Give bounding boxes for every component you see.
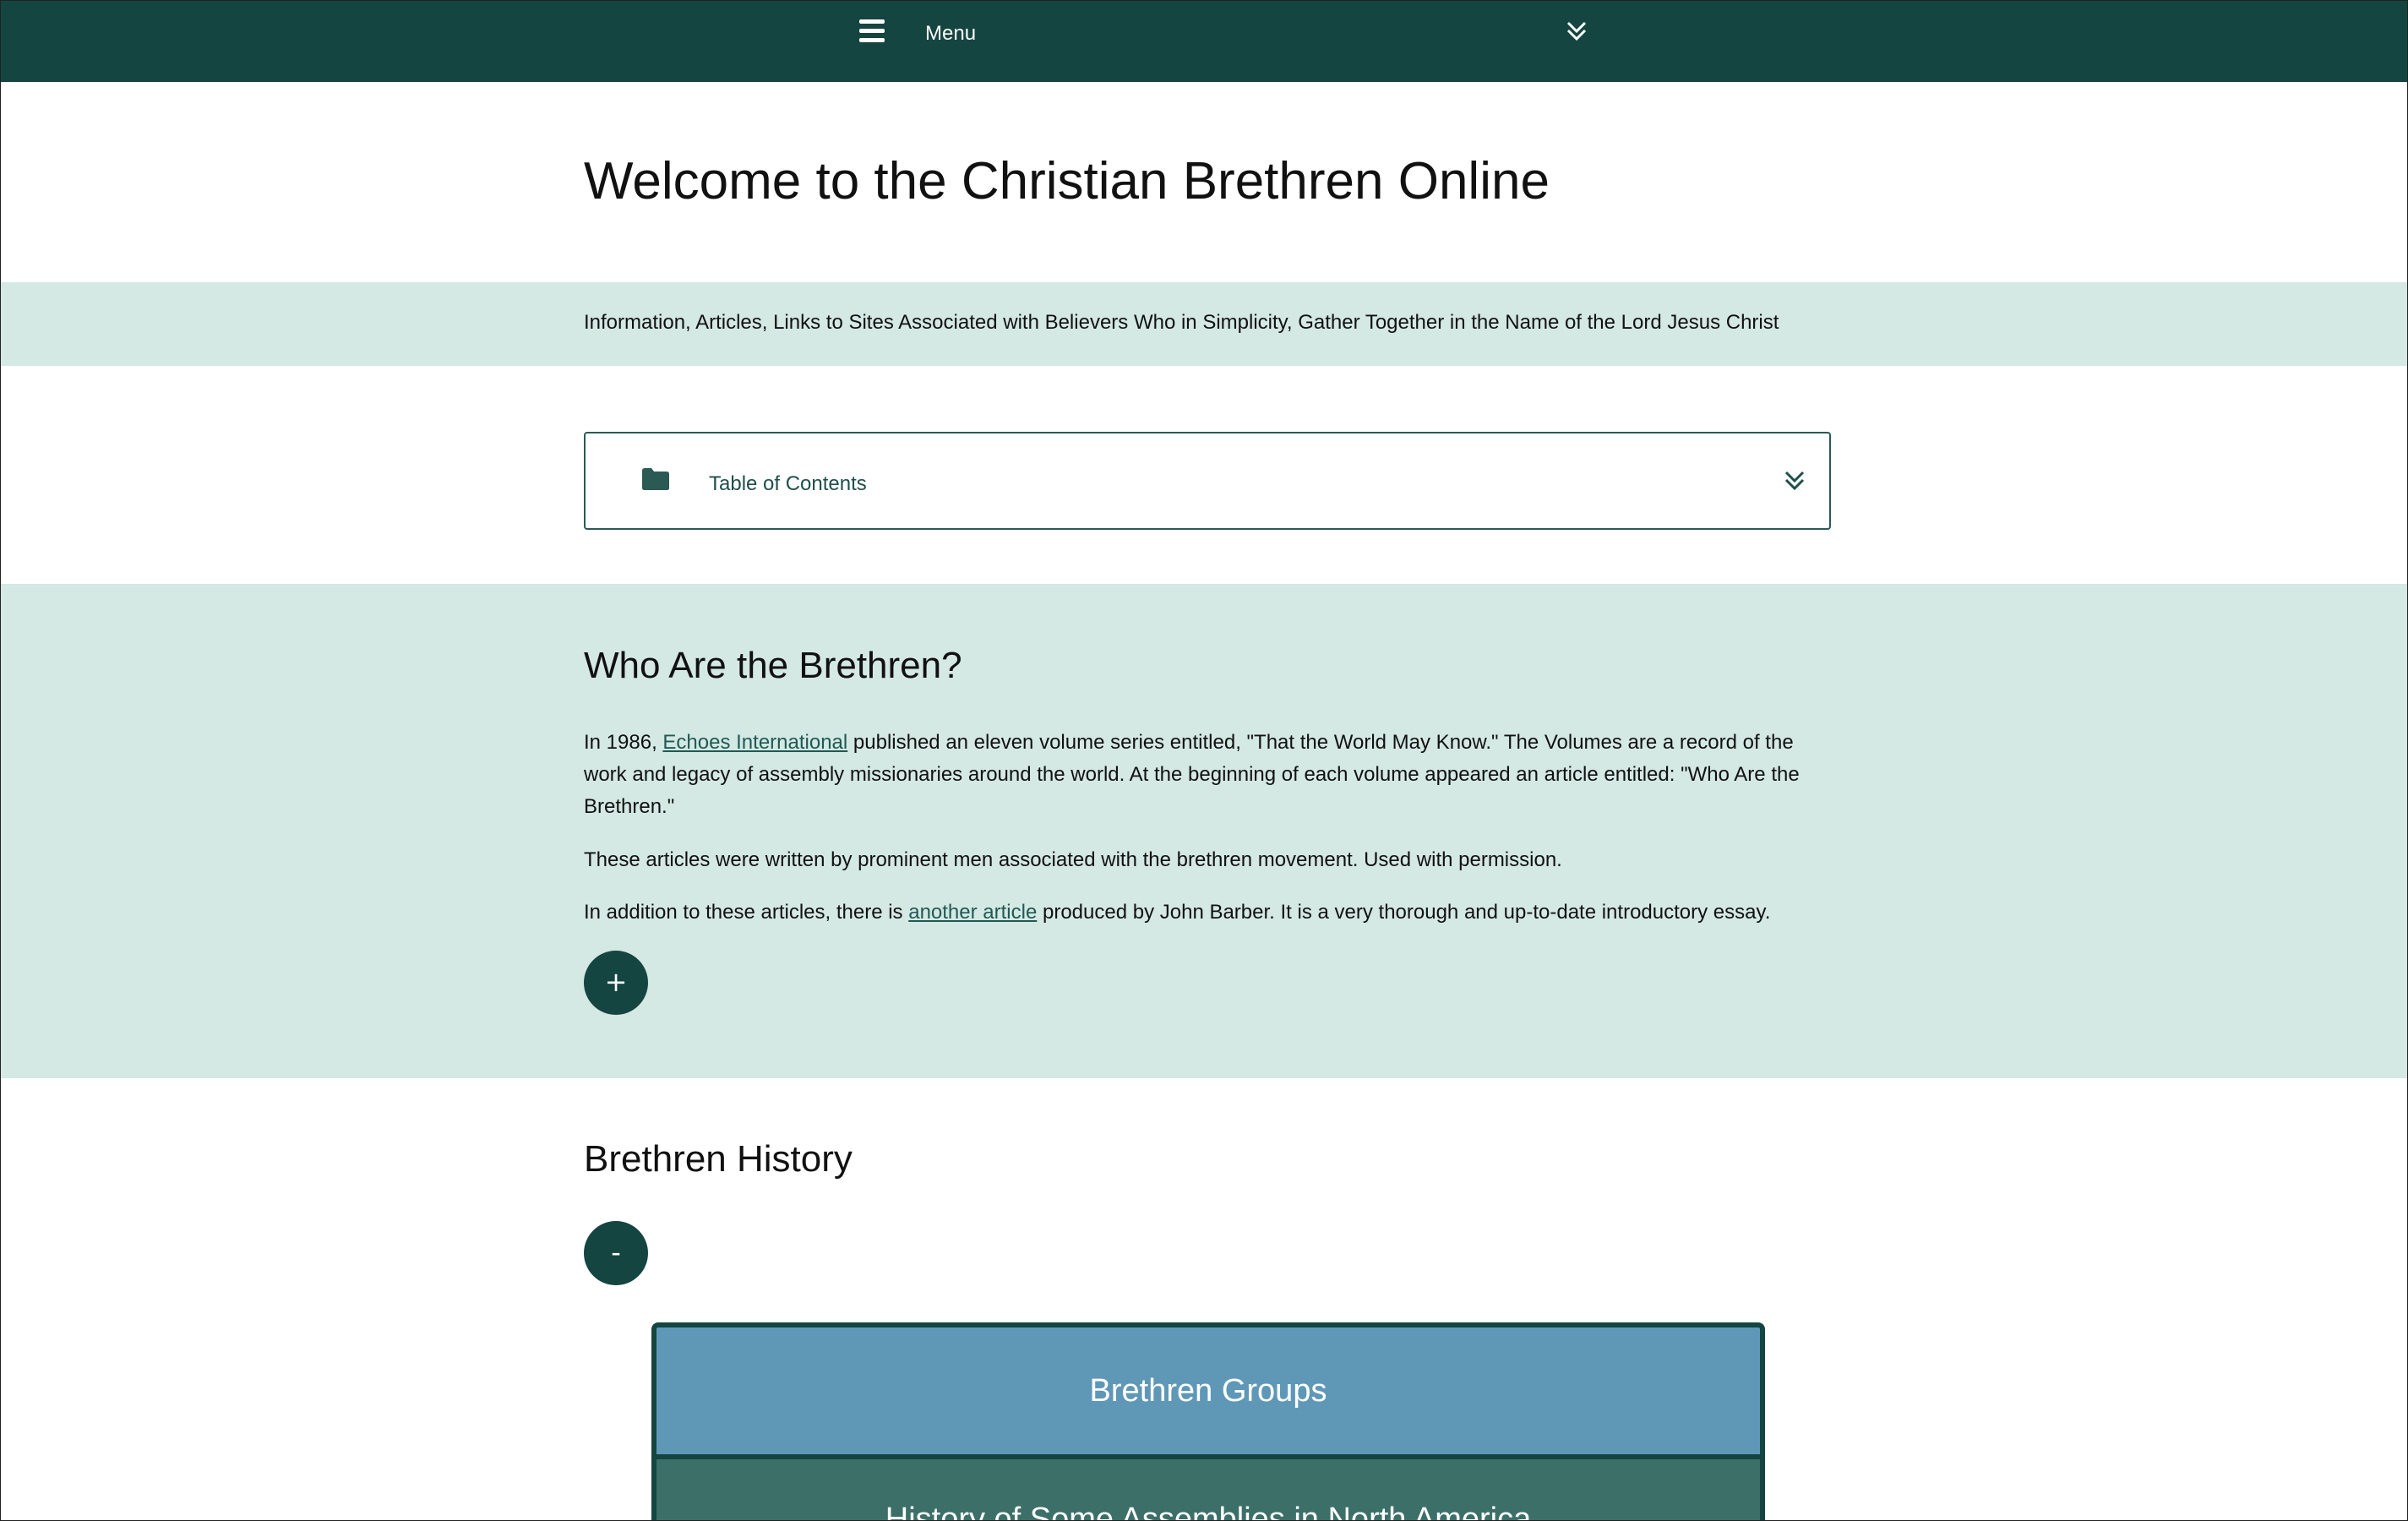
double-chevron-down-icon xyxy=(1784,471,1805,491)
intro-text-start: In 1986, xyxy=(584,731,663,754)
history-links-panel: Brethren Groups History of Some Assembli… xyxy=(651,1322,1765,1520)
hamburger-icon[interactable] xyxy=(859,19,885,43)
collapse-button[interactable]: - xyxy=(584,1221,648,1285)
who-are-brethren-heading: Who Are the Brethren? xyxy=(584,645,962,686)
another-article-link[interactable]: another article xyxy=(908,901,1037,924)
additional-text-start: In addition to these articles, there is xyxy=(584,901,909,924)
site-subtitle: Information, Articles, Links to Sites As… xyxy=(584,311,1779,334)
additional-article-paragraph: In addition to these articles, there is … xyxy=(584,897,1817,929)
intro-paragraph: In 1986, Echoes International published … xyxy=(584,727,1817,823)
expand-button[interactable]: + xyxy=(584,951,648,1015)
echoes-international-link[interactable]: Echoes International xyxy=(662,731,847,754)
folder-icon xyxy=(642,468,669,490)
table-of-contents-label: Table of Contents xyxy=(709,472,867,495)
table-of-contents-toggle[interactable]: Table of Contents xyxy=(584,432,1831,530)
brethren-groups-link[interactable]: Brethren Groups xyxy=(656,1327,1760,1454)
permission-paragraph: These articles were written by prominent… xyxy=(584,848,1562,871)
page: Menu Welcome to the Christian Brethren O… xyxy=(0,0,2408,1521)
double-chevron-down-icon[interactable] xyxy=(1564,19,1589,45)
top-menu-bar: Menu xyxy=(1,1,2407,82)
who-section-band xyxy=(1,584,2407,1078)
assemblies-history-link[interactable]: History of Some Assemblies in North Amer… xyxy=(656,1459,1760,1520)
brethren-history-heading: Brethren History xyxy=(584,1138,853,1180)
additional-text-end: produced by John Barber. It is a very th… xyxy=(1037,901,1771,924)
page-title: Welcome to the Christian Brethren Online xyxy=(584,152,1550,210)
menu-button[interactable]: Menu xyxy=(925,22,976,46)
